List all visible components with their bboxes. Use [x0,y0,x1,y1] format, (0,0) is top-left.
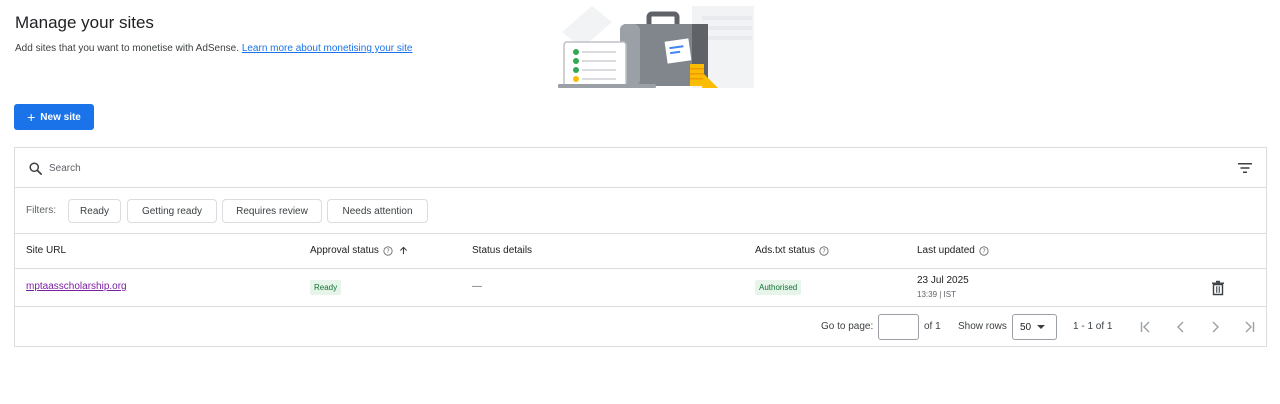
column-header-ads-txt-status[interactable]: Ads.txt status ? [755,245,829,256]
table-row: mptaasscholarship.org Ready — Authorised… [15,269,1266,307]
column-header-status-details: Status details [472,245,532,256]
sort-arrow-up-icon[interactable] [399,246,408,255]
site-url-link[interactable]: mptaasscholarship.org [26,281,127,292]
search-input[interactable] [49,158,649,178]
first-page-icon[interactable] [1139,320,1153,334]
last-updated-time: 13:39 | IST [917,290,956,299]
search-icon [29,162,42,175]
rows-per-page-value: 50 [1020,321,1032,333]
approval-status-badge: Ready [310,280,342,295]
search-bar [15,148,1266,188]
caret-down-icon [1037,325,1046,329]
learn-more-link[interactable]: Learn more about monetising your site [242,43,413,54]
go-to-page-label: Go to page: [821,321,874,332]
pagination-range: 1 - 1 of 1 [1073,321,1113,332]
sites-table-card: Filters: Ready Getting ready Requires re… [14,147,1267,347]
new-site-button[interactable]: + New site [14,104,94,130]
last-updated-date: 23 Jul 2025 [917,275,969,286]
help-icon[interactable]: ? [979,245,989,256]
rows-per-page-select[interactable]: 50 [1012,314,1057,340]
briefcase-illustration [558,6,754,88]
filter-chip-needs-attention[interactable]: Needs attention [327,199,428,223]
next-page-icon[interactable] [1208,320,1222,334]
ads-txt-status-badge: Authorised [755,280,802,295]
filter-chip-ready[interactable]: Ready [68,199,121,223]
svg-text:?: ? [386,249,389,255]
column-label: Status details [472,245,533,256]
previous-page-icon[interactable] [1174,320,1188,334]
subtitle-text: Add sites that you want to monetise with… [15,43,240,54]
filters-label: Filters: [26,205,56,216]
plus-icon: + [27,108,36,125]
status-details-value: — [472,281,482,292]
column-label: Site URL [26,245,67,256]
table-header: Site URL Approval status ? Status detail… [15,234,1266,269]
column-label: Ads.txt status [755,245,816,256]
delete-icon[interactable] [1211,280,1225,296]
page-number-input[interactable] [878,314,919,340]
filter-chip-getting-ready[interactable]: Getting ready [127,199,217,223]
show-rows-label: Show rows [958,321,1007,332]
filter-chip-requires-review[interactable]: Requires review [222,199,322,223]
column-header-site-url[interactable]: Site URL [26,245,66,256]
help-icon[interactable]: ? [819,245,829,256]
column-label: Last updated [917,245,975,256]
new-site-label: New site [40,111,81,123]
last-page-icon[interactable] [1242,320,1256,334]
svg-text:?: ? [822,249,825,255]
page-title: Manage your sites [15,13,154,32]
column-header-approval-status[interactable]: Approval status ? [310,245,408,256]
filter-list-icon[interactable] [1238,162,1252,174]
pagination-bar: Go to page: of 1 Show rows 50 1 - 1 of 1 [15,307,1266,347]
svg-text:?: ? [982,249,985,255]
page-subtitle: Add sites that you want to monetise with… [15,43,412,54]
help-icon[interactable]: ? [383,245,393,256]
column-header-last-updated[interactable]: Last updated ? [917,245,989,256]
column-label: Approval status [310,245,379,256]
filters-row: Filters: Ready Getting ready Requires re… [15,188,1266,234]
page-count-label: of 1 [924,321,941,332]
